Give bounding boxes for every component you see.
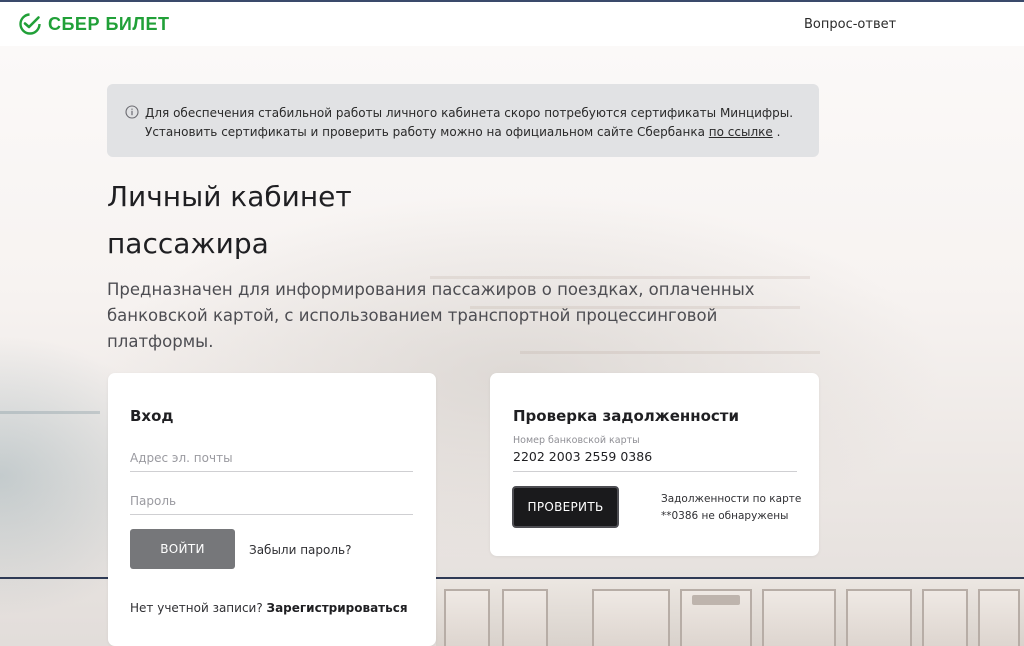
login-button[interactable]: ВОЙТИ: [130, 529, 235, 569]
brand-name: СБЕР БИЛЕТ: [48, 13, 170, 34]
top-header: СБЕР БИЛЕТ Вопрос-ответ: [0, 0, 1024, 46]
notice-line-2-end: .: [772, 125, 781, 139]
login-card: Вход ВОЙТИ Забыли пароль? Нет учетной за…: [108, 373, 436, 646]
sber-logo-icon: [19, 13, 41, 35]
card-number-label: Номер банковской карты: [513, 435, 640, 446]
page-description: Предназначен для информирования пассажир…: [107, 280, 755, 351]
forgot-password-link[interactable]: Забыли пароль?: [249, 543, 351, 557]
register-link[interactable]: Зарегистрироваться: [267, 601, 408, 615]
notice-line-1: Для обеспечения стабильной работы личног…: [145, 106, 794, 120]
login-title: Вход: [130, 407, 174, 425]
card-number-field[interactable]: 2202 2003 2559 0386: [513, 449, 797, 472]
train-graphic: [436, 579, 1024, 646]
debt-check-result: Задолженности по карте **0386 не обнаруж…: [661, 491, 811, 525]
debt-check-card: Проверка задолженности Номер банковской …: [490, 373, 819, 556]
password-input[interactable]: [130, 494, 413, 515]
sberbank-certificate-link[interactable]: по ссылке: [709, 125, 773, 139]
debt-result-line-2: **0386 не обнаружены: [661, 510, 789, 522]
page-title-line-2: пассажира: [107, 227, 269, 260]
page-title-line-1: Личный кабинет: [107, 180, 352, 213]
certificate-notice: Для обеспечения стабильной работы личног…: [107, 84, 819, 157]
notice-line-2: Установить сертификаты и проверить работ…: [145, 123, 819, 142]
debt-check-title: Проверка задолженности: [513, 407, 739, 425]
sber-bilet-logo[interactable]: СБЕР БИЛЕТ: [18, 12, 169, 36]
faq-link[interactable]: Вопрос-ответ: [804, 17, 896, 32]
notice-line-2-text: Установить сертификаты и проверить работ…: [145, 125, 709, 139]
no-account-text: Нет учетной записи?: [130, 601, 267, 615]
page-title: Личный кабинет пассажира: [107, 173, 527, 267]
check-debt-button[interactable]: ПРОВЕРИТЬ: [512, 486, 619, 528]
register-prompt: Нет учетной записи? Зарегистрироваться: [130, 601, 408, 615]
email-input[interactable]: [130, 451, 413, 472]
info-icon: [125, 105, 139, 119]
debt-result-line-1: Задолженности по карте: [661, 493, 802, 505]
